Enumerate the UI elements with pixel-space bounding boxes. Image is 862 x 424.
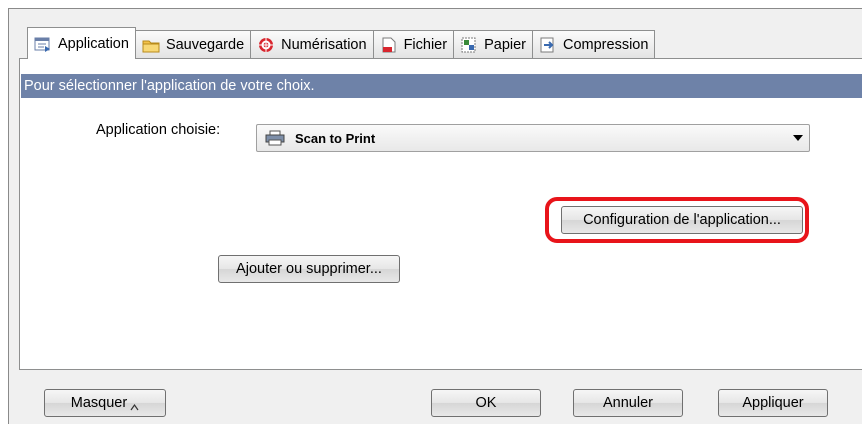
info-banner: Pour sélectionner l'application de votre… [21, 74, 862, 98]
hide-button[interactable]: Masquer [44, 389, 166, 417]
file-icon [380, 37, 398, 53]
tab-label: Application [58, 35, 129, 52]
application-select[interactable]: Scan to Print [256, 124, 810, 152]
paper-icon [460, 37, 478, 53]
tab-application[interactable]: Application [27, 27, 136, 59]
printer-icon [265, 130, 285, 146]
application-label: Application choisie: [96, 122, 221, 138]
application-select-value: Scan to Print [295, 131, 376, 146]
tab-sauvegarde[interactable]: Sauvegarde [134, 30, 252, 58]
chevron-down-icon [793, 135, 803, 141]
apply-button[interactable]: Appliquer [718, 389, 828, 417]
divider [19, 369, 862, 370]
tab-bar: Application Sauvegarde Numérisation Fich… [27, 27, 656, 59]
tab-label: Papier [484, 36, 526, 53]
hide-button-label: Masquer [70, 395, 128, 411]
compression-icon [539, 37, 557, 53]
tab-papier[interactable]: Papier [453, 30, 533, 58]
cancel-button[interactable]: Annuler [573, 389, 683, 417]
tab-compression[interactable]: Compression [532, 30, 656, 58]
tab-label: Sauvegarde [165, 36, 245, 53]
highlight-outline [545, 197, 809, 243]
scan-icon [257, 37, 275, 53]
add-remove-button[interactable]: Ajouter ou supprimer... [218, 255, 400, 283]
tab-label: Numérisation [281, 36, 367, 53]
folder-icon [142, 37, 160, 53]
chevron-up-icon [130, 400, 139, 410]
tab-label: Fichier [403, 36, 448, 53]
tab-fichier[interactable]: Fichier [372, 30, 455, 58]
ok-button[interactable]: OK [431, 389, 541, 417]
application-icon [34, 36, 52, 52]
tab-label: Compression [563, 36, 649, 53]
tab-numerisation[interactable]: Numérisation [250, 30, 374, 58]
